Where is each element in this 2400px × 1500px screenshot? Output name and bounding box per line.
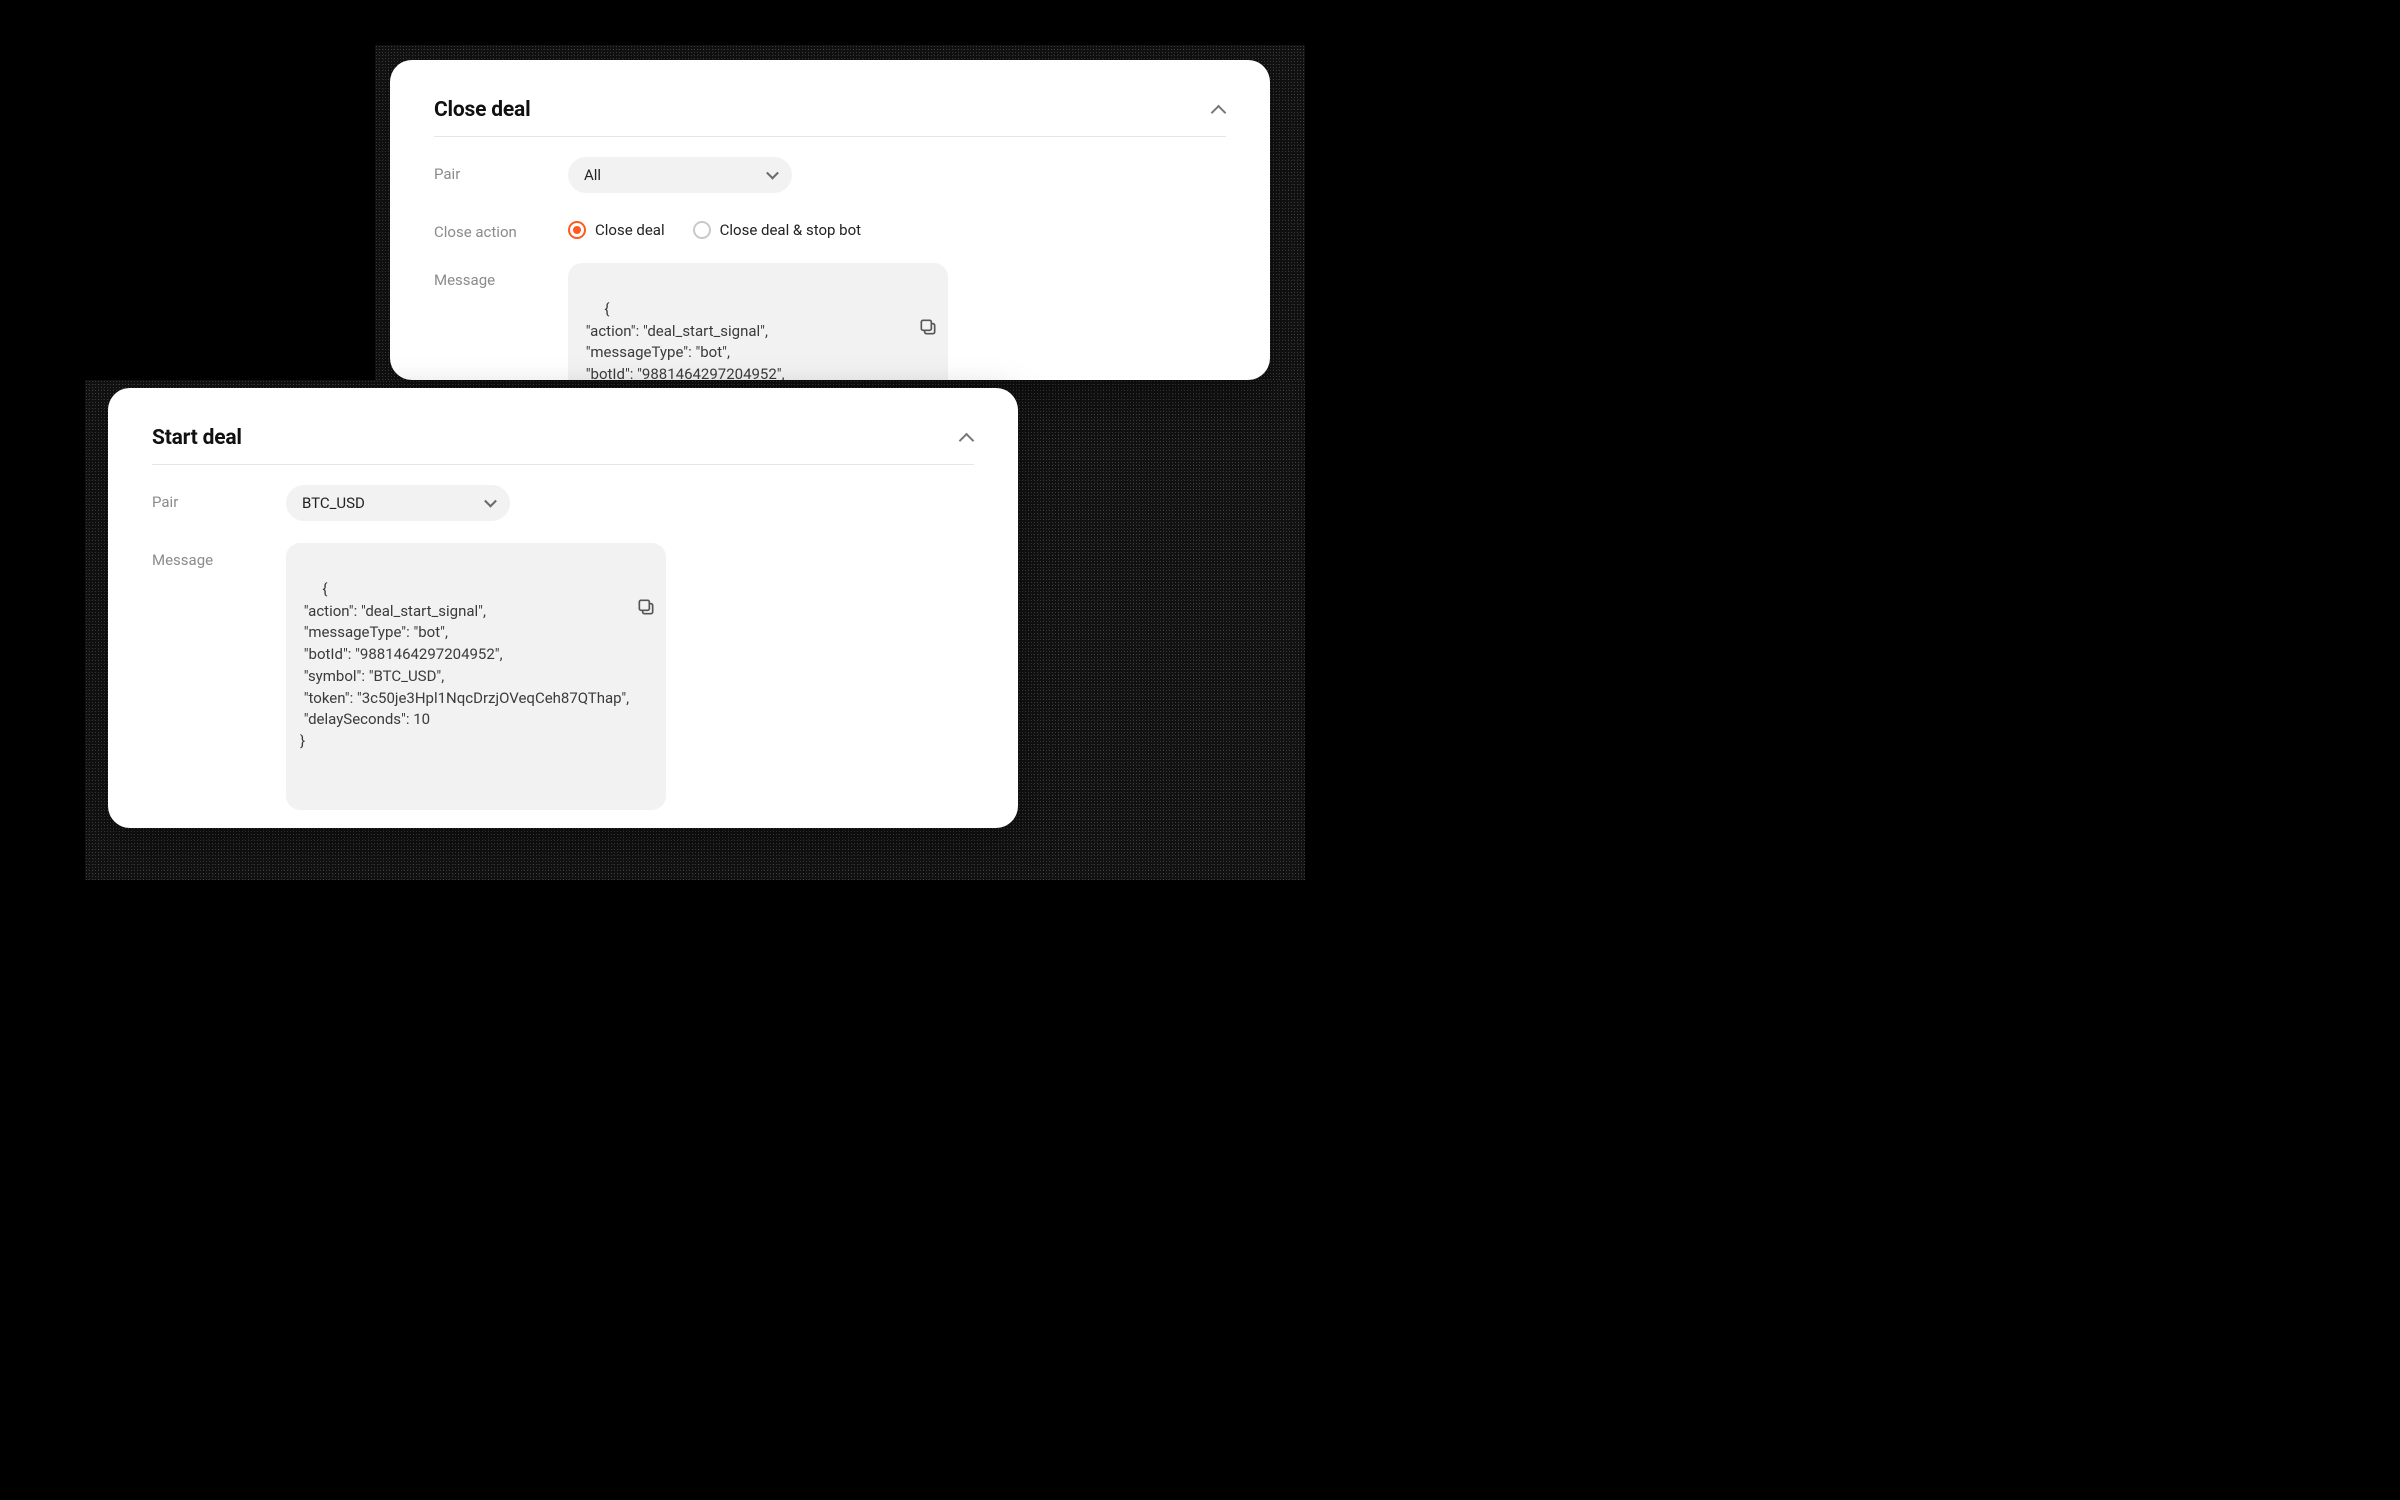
start-message-box: { "action": "deal_start_signal", "messag… [286, 543, 666, 810]
close-message-label: Message [434, 263, 568, 289]
start-deal-title: Start deal [152, 426, 242, 450]
close-pair-label: Pair [434, 157, 568, 183]
start-deal-panel: Start deal Pair BTC_USD Message { "actio… [108, 388, 1018, 828]
close-deal-panel: Close deal Pair All Close action Close d… [390, 60, 1270, 380]
radio-close-deal[interactable]: Close deal [568, 221, 665, 239]
chevron-up-icon[interactable] [1212, 103, 1226, 117]
start-message-label: Message [152, 543, 286, 569]
close-action-label: Close action [434, 215, 568, 241]
close-action-row: Close action Close deal Close deal & sto… [434, 215, 1226, 241]
radio-close-deal-stop-label: Close deal & stop bot [720, 221, 861, 239]
close-deal-header: Close deal [434, 98, 1226, 137]
close-pair-row: Pair All [434, 157, 1226, 193]
copy-icon[interactable] [636, 553, 656, 573]
close-message-text: { "action": "deal_start_signal", "messag… [582, 300, 785, 380]
radio-dot-icon [568, 221, 586, 239]
start-message-row: Message { "action": "deal_start_signal",… [152, 543, 974, 810]
start-pair-select[interactable]: BTC_USD [286, 485, 510, 521]
start-pair-value: BTC_USD [302, 494, 365, 512]
start-pair-row: Pair BTC_USD [152, 485, 974, 521]
chevron-up-icon[interactable] [960, 431, 974, 445]
close-pair-value: All [584, 166, 601, 184]
start-message-text: { "action": "deal_start_signal", "messag… [300, 580, 629, 750]
close-message-box: { "action": "deal_start_signal", "messag… [568, 263, 948, 380]
chevron-down-icon [484, 495, 497, 508]
copy-icon[interactable] [918, 273, 938, 293]
radio-close-deal-stop-bot[interactable]: Close deal & stop bot [693, 221, 861, 239]
chevron-down-icon [766, 167, 779, 180]
start-pair-label: Pair [152, 485, 286, 511]
close-action-radio-group: Close deal Close deal & stop bot [568, 215, 861, 239]
radio-close-deal-label: Close deal [595, 221, 665, 239]
close-deal-title: Close deal [434, 98, 530, 122]
start-deal-header: Start deal [152, 426, 974, 465]
close-message-row: Message { "action": "deal_start_signal",… [434, 263, 1226, 380]
radio-dot-icon [693, 221, 711, 239]
close-pair-select[interactable]: All [568, 157, 792, 193]
